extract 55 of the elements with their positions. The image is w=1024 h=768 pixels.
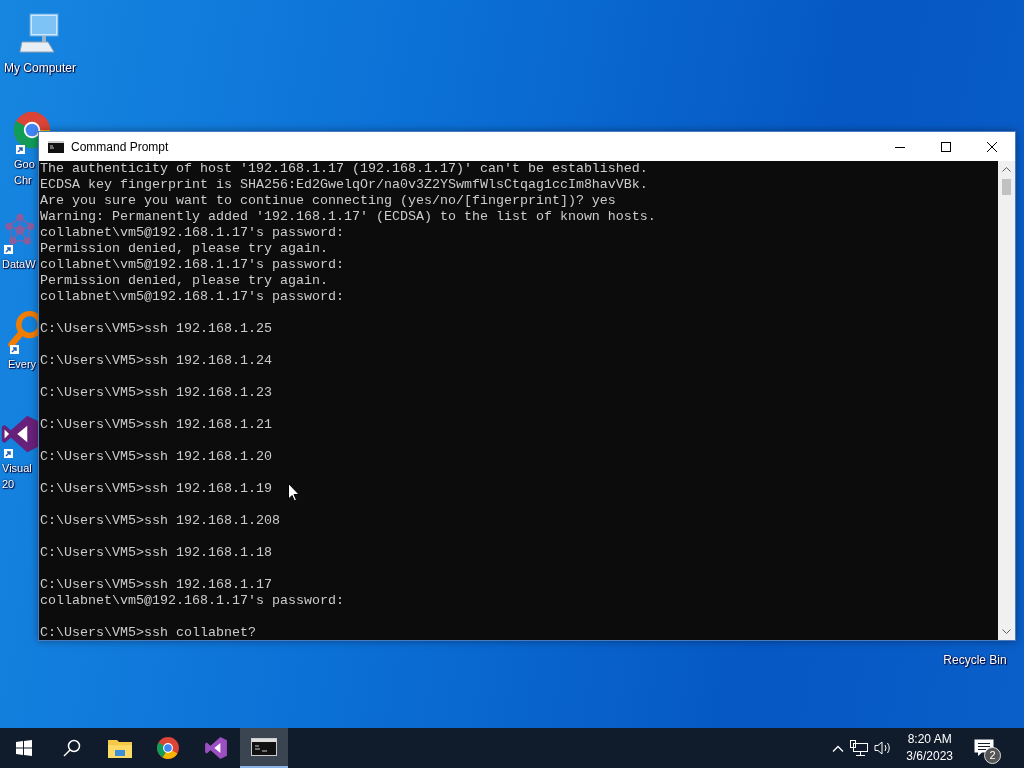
- maximize-icon: [941, 141, 951, 152]
- shortcut-arrow-icon: [10, 345, 19, 354]
- close-icon: [987, 141, 997, 152]
- shortcut-arrow-icon: [16, 145, 25, 154]
- output-line: The authenticity of host '192.168.1.17 (192.168.1.17)' can't be established.: [40, 161, 648, 177]
- shortcut-arrow-icon: [4, 449, 13, 458]
- command-line: C:\Users\VM5>ssh 192.168.1.19: [40, 481, 272, 497]
- chevron-up-icon[interactable]: [832, 744, 845, 752]
- network-icon[interactable]: [850, 740, 869, 756]
- icon-label: Recycle Bin: [943, 652, 1007, 668]
- speaker-icon[interactable]: [874, 740, 893, 756]
- terminal-icon: [48, 140, 64, 153]
- windows-logo-icon: [16, 740, 32, 756]
- clock[interactable]: 8:20 AM 3/6/2023: [898, 731, 961, 765]
- visual-studio-icon: [204, 736, 228, 760]
- command-line: C:\Users\VM5>ssh 192.168.1.23: [40, 385, 272, 401]
- command-line: C:\Users\VM5>ssh collabnet?: [40, 625, 256, 640]
- computer-icon: [18, 12, 62, 56]
- command-line: C:\Users\VM5>ssh 192.168.1.18: [40, 545, 272, 561]
- output-line: Permission denied, please try again.: [40, 273, 328, 289]
- command-line: C:\Users\VM5>ssh 192.168.1.17: [40, 577, 272, 593]
- output-line: collabnet\vm5@192.168.1.17's password:: [40, 289, 344, 305]
- notifications-button[interactable]: 2: [967, 728, 1001, 768]
- icon-label: 20: [1, 477, 15, 492]
- window-title: Command Prompt: [71, 139, 170, 154]
- icon-label: Visual: [1, 461, 32, 476]
- icon-label: My Computer: [4, 60, 76, 76]
- terminal-icon: [251, 738, 277, 756]
- command-line: C:\Users\VM5>ssh 192.168.1.24: [40, 353, 272, 369]
- folder-icon: [108, 738, 132, 758]
- output-line: collabnet\vm5@192.168.1.17's password:: [40, 225, 344, 241]
- command-line: C:\Users\VM5>ssh 192.168.1.21: [40, 417, 272, 433]
- notification-count: 2: [984, 747, 1001, 764]
- scroll-thumb[interactable]: [1002, 179, 1011, 195]
- mouse-cursor-icon: [288, 483, 300, 502]
- output-line: Are you sure you want to continue connecting (yes/no/[fingerprint])? yes: [40, 193, 616, 209]
- output-line: collabnet\vm5@192.168.1.17's password:: [40, 593, 344, 609]
- command-line: C:\Users\VM5>ssh 192.168.1.20: [40, 449, 272, 465]
- icon-label: DataW: [1, 257, 36, 272]
- output-line: ECDSA key fingerprint is SHA256:Ed2GwelqOr/na0v3Z2YSwmfWlsCtqag1ccIm8havVBk.: [40, 177, 648, 193]
- output-line: Permission denied, please try again.: [40, 241, 328, 257]
- output-line: Warning: Permanently added '192.168.1.17' (ECDSA) to the list of known hosts.: [40, 209, 656, 225]
- output-line: collabnet\vm5@192.168.1.17's password:: [40, 257, 344, 273]
- chevron-up-icon: [1002, 167, 1011, 172]
- command-line: C:\Users\VM5>ssh 192.168.1.208: [40, 513, 280, 529]
- shortcut-arrow-icon: [4, 245, 13, 254]
- icon-label: Chr: [13, 173, 32, 188]
- chrome-icon: [156, 736, 180, 760]
- scrollbar[interactable]: [998, 161, 1015, 640]
- command-line: C:\Users\VM5>ssh 192.168.1.25: [40, 321, 272, 337]
- search-icon: [63, 739, 81, 757]
- icon-label: Goo: [13, 157, 35, 172]
- icon-label: Every: [7, 357, 37, 372]
- chevron-down-icon: [1002, 629, 1011, 634]
- taskbar-app-button[interactable]: [240, 728, 288, 768]
